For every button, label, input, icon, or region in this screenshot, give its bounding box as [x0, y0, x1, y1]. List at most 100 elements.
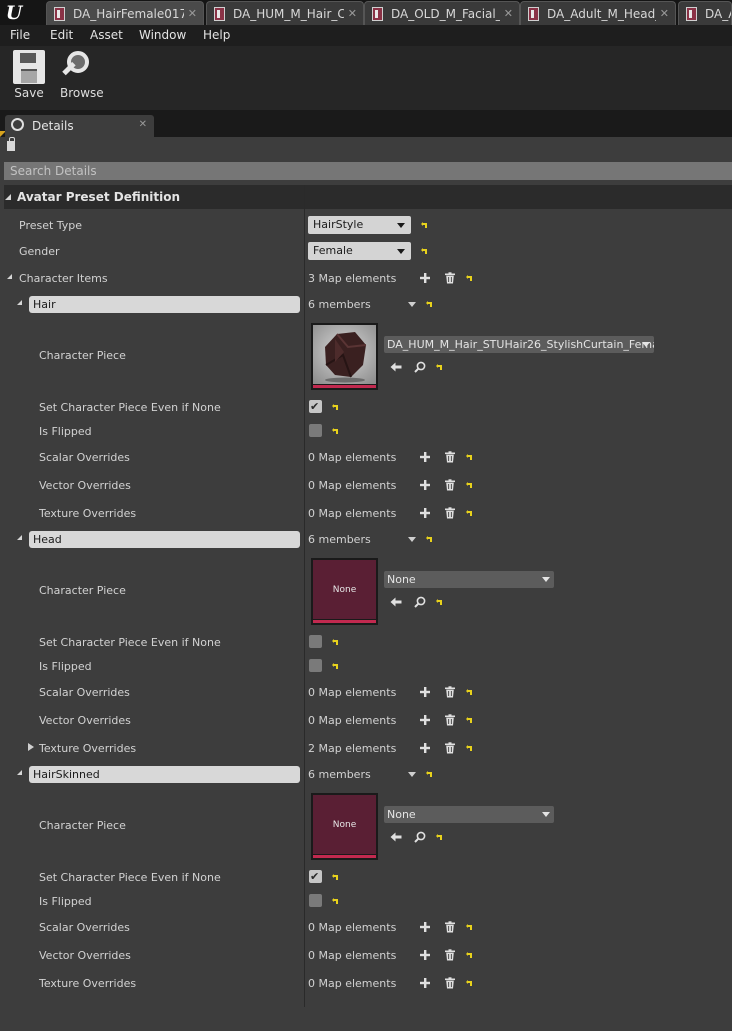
search-details-input[interactable]	[4, 162, 732, 180]
reset-arrow-icon[interactable]	[331, 872, 340, 881]
set-piece-even-if-none-checkbox[interactable]	[309, 635, 322, 648]
reset-arrow-icon[interactable]	[420, 246, 429, 255]
reset-arrow-icon[interactable]	[465, 743, 474, 752]
menu-window[interactable]: Window	[139, 28, 186, 42]
plus-icon[interactable]	[419, 714, 431, 726]
lock-icon[interactable]	[7, 137, 15, 151]
close-icon[interactable]: ✕	[348, 7, 357, 20]
set-piece-even-if-none-checkbox[interactable]: ✔	[309, 870, 322, 883]
menu-edit[interactable]: Edit	[50, 28, 73, 42]
plus-icon[interactable]	[419, 742, 431, 754]
arrow-left-icon[interactable]	[390, 596, 402, 608]
browse-button[interactable]: Browse	[60, 50, 104, 100]
close-icon[interactable]: ✕	[188, 7, 197, 20]
expand-triangle-icon[interactable]	[7, 274, 12, 279]
magnifier-icon[interactable]	[414, 361, 426, 373]
arrow-left-icon[interactable]	[390, 831, 402, 843]
chevron-down-icon[interactable]	[408, 302, 416, 307]
reset-arrow-icon[interactable]	[420, 220, 429, 229]
arrow-left-icon[interactable]	[390, 361, 402, 373]
collapsed-triangle-icon[interactable]	[28, 743, 34, 751]
is-flipped-checkbox[interactable]	[309, 424, 322, 437]
trash-icon[interactable]	[444, 742, 456, 754]
reset-arrow-icon[interactable]	[331, 661, 340, 670]
plus-icon[interactable]	[419, 949, 431, 961]
character-piece-combo[interactable]: None	[384, 571, 554, 588]
trash-icon[interactable]	[444, 714, 456, 726]
trash-icon[interactable]	[444, 451, 456, 463]
trash-icon[interactable]	[444, 272, 456, 284]
close-icon[interactable]: ✕	[504, 7, 513, 20]
tab-da-adult-m-head[interactable]: DA_Adult_M_Head_S ✕	[520, 1, 676, 25]
menu-help[interactable]: Help	[203, 28, 230, 42]
reset-arrow-icon[interactable]	[465, 508, 474, 517]
trash-icon[interactable]	[444, 949, 456, 961]
expand-triangle-icon[interactable]	[17, 535, 22, 540]
expand-triangle-icon[interactable]	[5, 194, 11, 200]
character-piece-combo[interactable]: None	[384, 806, 554, 823]
menu-file[interactable]: File	[10, 28, 30, 42]
trash-icon[interactable]	[444, 977, 456, 989]
reset-arrow-icon[interactable]	[465, 715, 474, 724]
reset-arrow-icon[interactable]	[331, 637, 340, 646]
plus-icon[interactable]	[419, 451, 431, 463]
reset-arrow-icon[interactable]	[435, 597, 444, 606]
reset-arrow-icon[interactable]	[425, 299, 434, 308]
tab-da-hairfemale017[interactable]: DA_HairFemale017 ✕	[46, 1, 204, 25]
reset-arrow-icon[interactable]	[331, 402, 340, 411]
reset-arrow-icon[interactable]	[435, 832, 444, 841]
trash-icon[interactable]	[444, 921, 456, 933]
reset-arrow-icon[interactable]	[435, 362, 444, 371]
trash-icon[interactable]	[444, 686, 456, 698]
magnifier-icon[interactable]	[414, 596, 426, 608]
plus-icon[interactable]	[419, 686, 431, 698]
close-icon[interactable]: ✕	[139, 119, 147, 130]
plus-icon[interactable]	[419, 272, 431, 284]
reset-arrow-icon[interactable]	[465, 687, 474, 696]
expand-triangle-icon[interactable]	[17, 770, 22, 775]
gender-combo[interactable]: Female	[308, 242, 411, 260]
reset-arrow-icon[interactable]	[465, 273, 474, 282]
asset-thumbnail[interactable]	[311, 323, 378, 390]
preset-type-combo[interactable]: HairStyle	[308, 216, 411, 234]
magnifier-icon[interactable]	[414, 831, 426, 843]
save-button[interactable]: Save	[12, 50, 46, 100]
plus-icon[interactable]	[419, 479, 431, 491]
plus-icon[interactable]	[419, 977, 431, 989]
chevron-down-icon[interactable]	[408, 537, 416, 542]
expand-triangle-icon[interactable]	[17, 300, 22, 305]
plus-icon[interactable]	[419, 507, 431, 519]
menu-asset[interactable]: Asset	[90, 28, 123, 42]
column-splitter[interactable]	[304, 185, 305, 1007]
reset-arrow-icon[interactable]	[331, 426, 340, 435]
reset-arrow-icon[interactable]	[465, 978, 474, 987]
reset-arrow-icon[interactable]	[465, 452, 474, 461]
reset-arrow-icon[interactable]	[425, 769, 434, 778]
tab-da-old-m-facial[interactable]: DA_OLD_M_Facial_* ✕	[364, 1, 520, 25]
asset-thumbnail[interactable]: None	[311, 558, 378, 625]
is-flipped-checkbox[interactable]	[309, 894, 322, 907]
character-piece-combo[interactable]: DA_HUM_M_Hair_STUHair26_StylishCurtain_F…	[384, 336, 654, 353]
set-piece-even-if-none-checkbox[interactable]: ✔	[309, 400, 322, 413]
tab-da-hum-m-hair[interactable]: DA_HUM_M_Hair_Ch ✕	[206, 1, 364, 25]
unreal-logo-icon[interactable]: U	[0, 0, 28, 25]
map-key-hairskinned[interactable]: HairSkinned	[29, 766, 300, 783]
tab-details[interactable]: Details ✕	[5, 115, 154, 137]
tab-da-a[interactable]: DA_A	[678, 1, 732, 25]
chevron-down-icon[interactable]	[408, 772, 416, 777]
reset-arrow-icon[interactable]	[465, 950, 474, 959]
map-key-head[interactable]: Head	[29, 531, 300, 548]
reset-arrow-icon[interactable]	[425, 534, 434, 543]
reset-arrow-icon[interactable]	[331, 896, 340, 905]
asset-thumbnail[interactable]: None	[311, 793, 378, 860]
is-flipped-checkbox[interactable]	[309, 659, 322, 672]
reset-arrow-icon[interactable]	[465, 922, 474, 931]
map-key-hair[interactable]: Hair	[29, 296, 300, 313]
character-items-label: Character Items	[19, 272, 108, 285]
plus-icon[interactable]	[419, 921, 431, 933]
reset-arrow-icon[interactable]	[465, 480, 474, 489]
trash-icon[interactable]	[444, 479, 456, 491]
document-tab-bar: U DA_HairFemale017 ✕ DA_HUM_M_Hair_Ch ✕ …	[0, 0, 732, 25]
close-icon[interactable]: ✕	[660, 7, 669, 20]
trash-icon[interactable]	[444, 507, 456, 519]
